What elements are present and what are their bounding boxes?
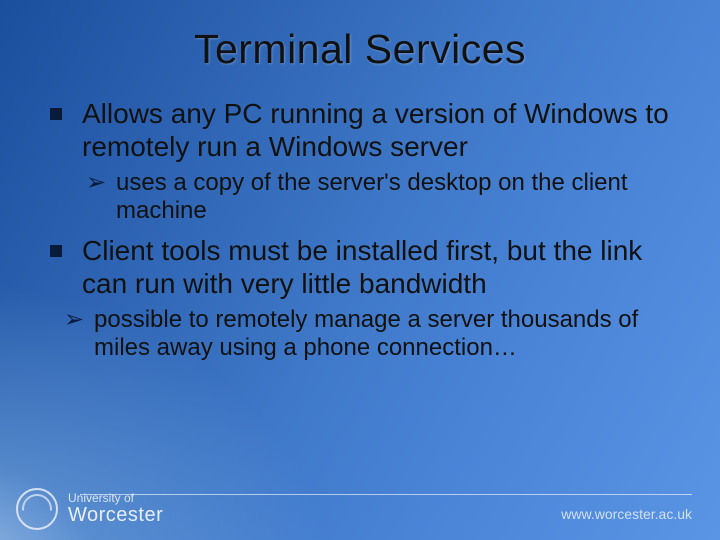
square-bullet-icon <box>50 245 62 257</box>
sub-bullet-item: ➢ uses a copy of the server's desktop on… <box>46 169 674 226</box>
square-bullet-icon <box>50 108 62 120</box>
bullet-text: possible to remotely manage a server tho… <box>94 306 638 361</box>
institution-prefix: University of <box>68 492 163 505</box>
slide-title: Terminal Services <box>46 26 674 73</box>
arrow-bullet-icon: ➢ <box>64 306 84 334</box>
bullet-text: Client tools must be installed first, bu… <box>82 235 642 299</box>
seal-icon <box>16 488 58 530</box>
bullet-text: Allows any PC running a version of Windo… <box>82 98 669 162</box>
bullet-text: uses a copy of the server's desktop on t… <box>116 169 628 224</box>
bullet-item: Client tools must be installed first, bu… <box>46 234 674 300</box>
institution-logo: University of Worcester <box>16 488 163 530</box>
slide: Terminal Services Allows any PC running … <box>0 0 720 540</box>
slide-footer: University of Worcester www.worcester.ac… <box>0 478 720 540</box>
footer-url: www.worcester.ac.uk <box>561 506 692 522</box>
institution-main: Worcester <box>68 505 163 526</box>
footer-divider <box>80 494 692 495</box>
institution-name: University of Worcester <box>68 492 163 526</box>
sub-bullet-item: ➢ possible to remotely manage a server t… <box>46 306 674 363</box>
bullet-list: Allows any PC running a version of Windo… <box>46 97 674 362</box>
arrow-bullet-icon: ➢ <box>86 169 106 197</box>
bullet-item: Allows any PC running a version of Windo… <box>46 97 674 163</box>
